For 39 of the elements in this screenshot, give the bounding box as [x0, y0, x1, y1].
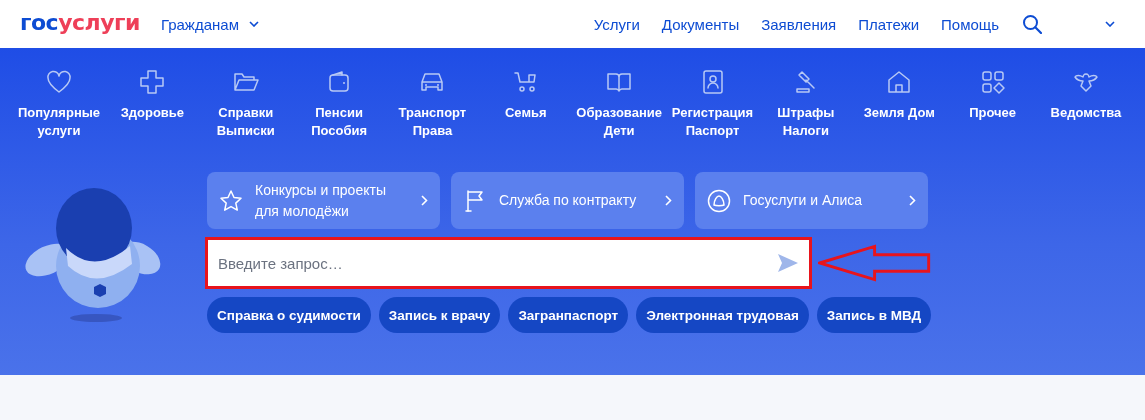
category-link[interactable]: Здоровье [107, 104, 198, 122]
category-link[interactable]: Регистрация Паспорт [667, 104, 758, 140]
promo-card[interactable]: Конкурсы и проекты для молодёжи [207, 172, 440, 229]
promo-card[interactable]: Госуслуги и Алиса [695, 172, 928, 229]
quick-link-chip[interactable]: Справка о судимости [207, 297, 371, 333]
promo-card[interactable]: Служба по контракту [451, 172, 684, 229]
send-icon[interactable] [776, 253, 799, 273]
quick-link-chip[interactable]: Запись к врачу [378, 297, 501, 333]
star-icon [219, 188, 243, 213]
category-link[interactable]: Семья [480, 104, 571, 122]
search-icon[interactable] [1022, 14, 1042, 34]
heart-icon[interactable] [45, 68, 73, 96]
quick-link-chip[interactable]: Запись в МВД [816, 297, 932, 333]
category-link[interactable]: Образование Дети [574, 104, 665, 140]
chevron-down-icon [248, 21, 259, 27]
alice-icon [707, 188, 731, 213]
chevron-right-icon [421, 195, 428, 206]
category-link[interactable]: Популярные услуги [14, 104, 104, 140]
category-link[interactable]: Штрафы Налоги [760, 104, 851, 140]
chevron-down-icon[interactable] [1105, 21, 1115, 27]
nav-link[interactable]: Платежи [858, 15, 920, 33]
nav-link[interactable]: Помощь [941, 15, 999, 33]
site-logo[interactable]: госуслуги [20, 9, 140, 35]
nav-link[interactable]: Документы [661, 15, 740, 33]
category-link[interactable]: Земля Дом [854, 104, 945, 122]
nav-link[interactable]: Услуги [593, 15, 640, 33]
quick-link-chip[interactable]: Загранпаспорт [508, 297, 629, 333]
category-link[interactable]: Справки Выписки [200, 104, 291, 140]
category-link[interactable]: Ведомства [1040, 104, 1131, 122]
chevron-right-icon [665, 195, 672, 206]
category-link[interactable]: Пенсии Пособия [294, 104, 385, 140]
chevron-right-icon [909, 195, 916, 206]
plus-icon[interactable] [138, 68, 167, 96]
search-field[interactable]: Введите запрос… [208, 240, 809, 286]
audience-dropdown[interactable]: Гражданам [160, 15, 259, 33]
quick-link-chip[interactable]: Электронная трудовая [636, 297, 809, 333]
nav-link[interactable]: Заявления [761, 15, 837, 33]
category-link[interactable]: Транспорт Права [387, 104, 478, 140]
category-link[interactable]: Прочее [947, 104, 1038, 122]
